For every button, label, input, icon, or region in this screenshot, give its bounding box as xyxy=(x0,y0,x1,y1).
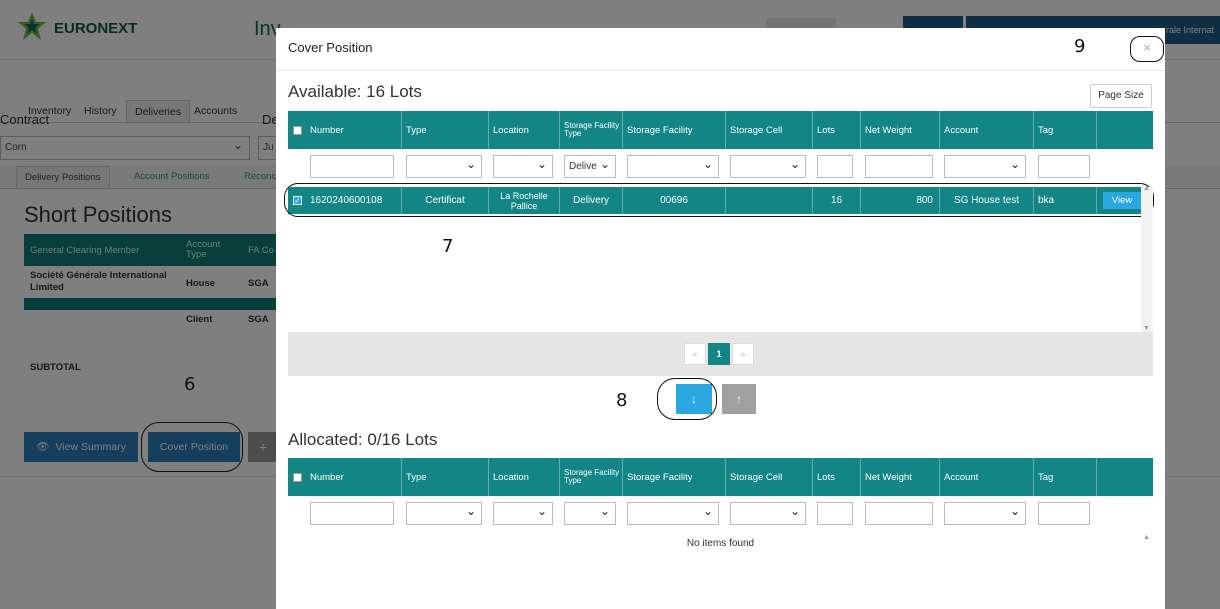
col-storage-facility-type[interactable]: Storage Facility Type xyxy=(560,111,623,149)
alloc-filter-tag[interactable] xyxy=(1038,502,1090,525)
allocated-title: Allocated: 0/16 Lots xyxy=(288,430,438,449)
next-page-button[interactable]: » xyxy=(732,343,754,365)
alloc-col-storage-facility[interactable]: Storage Facility xyxy=(623,458,726,496)
filter-storage-facility-type-value: Delive xyxy=(569,161,597,172)
alloc-col-account[interactable]: Account xyxy=(940,458,1034,496)
alloc-filter-storage-facility-type[interactable] xyxy=(564,501,616,525)
alloc-filter-account[interactable] xyxy=(944,501,1026,525)
annotation-ring-8 xyxy=(657,378,717,420)
filter-account[interactable] xyxy=(944,154,1026,178)
alloc-col-number[interactable]: Number xyxy=(306,458,402,496)
alloc-scroll-up-icon[interactable]: ▲ xyxy=(1143,534,1150,541)
page-1-button[interactable]: 1 xyxy=(708,343,730,365)
prev-page-button[interactable]: « xyxy=(684,343,706,365)
available-filter-row: Delive xyxy=(288,152,1153,182)
allocated-select-all-checkbox[interactable] xyxy=(293,473,302,482)
allocated-table-header: Number Type Location Storage Facility Ty… xyxy=(288,458,1153,496)
annotation-7: 7 xyxy=(442,236,454,257)
annotation-ring-7 xyxy=(284,183,1154,217)
filter-type[interactable] xyxy=(406,154,482,178)
alloc-col-type[interactable]: Type xyxy=(402,458,489,496)
filter-storage-facility[interactable] xyxy=(627,154,719,178)
filter-lots[interactable] xyxy=(817,155,853,178)
cover-position-modal: Cover Position 9 × Available: 16 Lots Pa… xyxy=(276,28,1165,609)
alloc-col-net-weight[interactable]: Net Weight xyxy=(861,458,940,496)
annotation-8: 8 xyxy=(616,390,628,411)
annotation-ring-9 xyxy=(1130,36,1164,62)
col-number[interactable]: Number xyxy=(306,111,402,149)
col-net-weight[interactable]: Net Weight xyxy=(861,111,940,149)
modal-title: Cover Position xyxy=(288,40,373,55)
select-all-checkbox[interactable] xyxy=(293,126,302,135)
filter-storage-cell[interactable] xyxy=(730,154,806,178)
col-storage-cell[interactable]: Storage Cell xyxy=(726,111,813,149)
scroll-up-icon[interactable]: ▲ xyxy=(1143,185,1150,192)
page-size-button[interactable]: Page Size xyxy=(1090,84,1152,108)
pagination: « 1 » xyxy=(288,332,1153,376)
modal-header-divider xyxy=(276,70,1165,71)
alloc-filter-net-weight[interactable] xyxy=(865,502,933,525)
alloc-col-storage-cell[interactable]: Storage Cell xyxy=(726,458,813,496)
alloc-col-tag[interactable]: Tag xyxy=(1034,458,1097,496)
col-type[interactable]: Type xyxy=(402,111,489,149)
alloc-col-storage-facility-type[interactable]: Storage Facility Type xyxy=(560,458,623,496)
filter-net-weight[interactable] xyxy=(865,155,933,178)
filter-location[interactable] xyxy=(493,154,553,178)
filter-tag[interactable] xyxy=(1038,155,1090,178)
col-storage-facility[interactable]: Storage Facility xyxy=(623,111,726,149)
alloc-filter-number[interactable] xyxy=(310,502,394,525)
alloc-col-location[interactable]: Location xyxy=(489,458,560,496)
col-account[interactable]: Account xyxy=(940,111,1034,149)
filter-number[interactable] xyxy=(310,155,394,178)
col-location[interactable]: Location xyxy=(489,111,560,149)
alloc-filter-storage-cell[interactable] xyxy=(730,501,806,525)
col-tag[interactable]: Tag xyxy=(1034,111,1097,149)
available-table-header: Number Type Location Storage Facility Ty… xyxy=(288,111,1153,149)
scroll-down-icon[interactable]: ▼ xyxy=(1143,325,1150,332)
no-items-message: No items found xyxy=(686,538,755,549)
allocated-filter-row xyxy=(288,499,1153,529)
alloc-filter-storage-facility[interactable] xyxy=(627,501,719,525)
available-title: Available: 16 Lots xyxy=(288,82,422,101)
alloc-filter-lots[interactable] xyxy=(817,502,853,525)
allocated-scrollbar[interactable]: ▲ xyxy=(1141,534,1153,609)
move-up-button[interactable]: ↑ xyxy=(722,384,756,414)
annotation-6: 6 xyxy=(184,374,196,395)
filter-storage-facility-type[interactable]: Delive xyxy=(564,154,616,178)
annotation-9: 9 xyxy=(1074,36,1086,57)
alloc-col-lots[interactable]: Lots xyxy=(813,458,861,496)
alloc-filter-type[interactable] xyxy=(406,501,482,525)
available-scrollbar[interactable]: ▲ ▼ xyxy=(1141,185,1153,332)
alloc-filter-location[interactable] xyxy=(493,501,553,525)
annotation-ring-6 xyxy=(141,422,243,472)
col-lots[interactable]: Lots xyxy=(813,111,861,149)
